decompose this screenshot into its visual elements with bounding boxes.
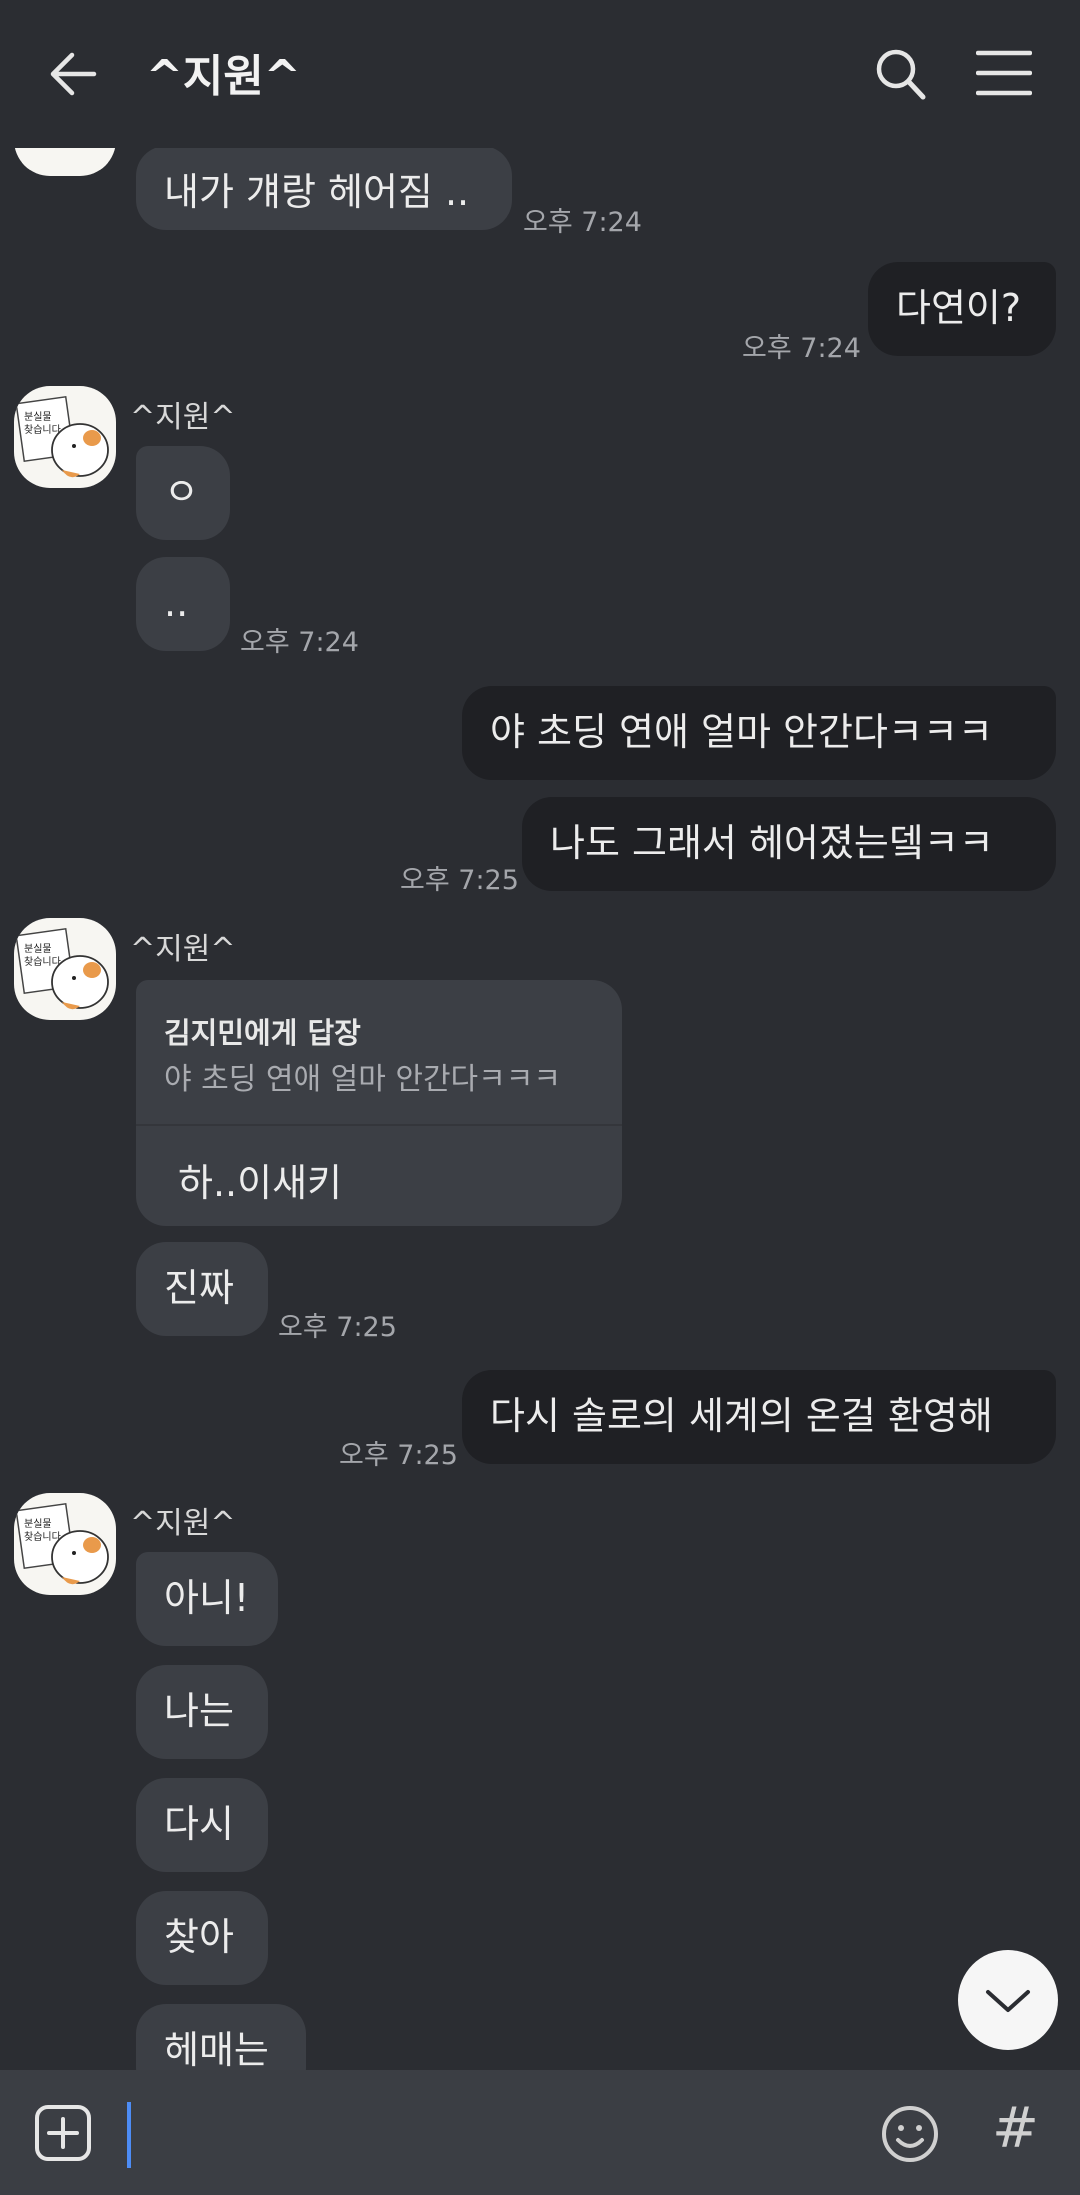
back-button[interactable] xyxy=(44,44,104,104)
hamburger-menu-icon xyxy=(976,50,1032,96)
avatar-sign-text: 분실물 xyxy=(24,411,52,423)
reply-message-bubble[interactable]: 김지민에게 답장 야 초딩 연애 얼마 안간다ㅋㅋㅋ 하..이새키 xyxy=(136,980,622,1226)
message-text: .. xyxy=(164,581,189,625)
sender-name: ^지원^ xyxy=(130,932,236,967)
chevron-down-icon xyxy=(986,1990,1030,2012)
avatar-sign-text: 분실물 xyxy=(24,943,52,955)
attach-button[interactable] xyxy=(34,2104,92,2162)
reply-header: 김지민에게 답장 xyxy=(164,1016,361,1050)
message-text: 나는 xyxy=(164,1689,234,1733)
avatar-illustration: 분실물 찾습니다 xyxy=(15,927,109,1010)
message-bubble[interactable]: 찾아 xyxy=(136,1891,268,1985)
message-bubble[interactable]: 다시 xyxy=(136,1778,268,1872)
message-bubble[interactable]: 야 초딩 연애 얼마 안간다ㅋㅋㅋ xyxy=(462,686,1056,780)
message-text: 헤매는 xyxy=(164,2028,269,2072)
avatar[interactable]: 분실물 찾습니다 xyxy=(14,1493,116,1595)
message-text: ㅇ xyxy=(164,470,199,514)
message-text: 나도 그래서 헤어졌는뎈ㅋㅋ xyxy=(550,821,994,865)
avatar-sign-text: 찾습니다 xyxy=(24,424,61,436)
message-time: 오후 7:24 xyxy=(523,207,642,238)
message-time: 오후 7:25 xyxy=(400,865,519,896)
message-time: 오후 7:24 xyxy=(742,333,861,364)
avatar-sign-text: 분실물 xyxy=(24,1518,52,1530)
message-text: 내가 걔랑 헤어짐 .. xyxy=(164,170,470,214)
message-bubble[interactable]: 아니! xyxy=(136,1552,278,1646)
plus-square-icon xyxy=(35,2105,91,2161)
message-text: 다연이? xyxy=(896,286,1022,330)
message-time: 오후 7:25 xyxy=(278,1312,397,1343)
chat-title: ^지원^ xyxy=(146,51,301,102)
sender-name: ^지원^ xyxy=(130,400,236,435)
message-text: 하..이새키 xyxy=(178,1161,342,1205)
menu-button[interactable] xyxy=(976,48,1032,98)
message-input[interactable] xyxy=(127,2102,131,2168)
message-bubble[interactable]: 다연이? xyxy=(868,262,1056,356)
message-bubble[interactable]: 나는 xyxy=(136,1665,268,1759)
arrow-left-icon xyxy=(50,52,97,96)
message-text: 진짜 xyxy=(164,1266,234,1310)
message-input-bar: # xyxy=(0,2070,1080,2195)
chat-header: ^지원^ xyxy=(0,0,1080,148)
reply-quote[interactable]: 야 초딩 연애 얼마 안간다ㅋㅋㅋ xyxy=(164,1054,561,1098)
hash-button[interactable]: # xyxy=(992,2096,1039,2161)
message-bubble[interactable]: 내가 걔랑 헤어짐 .. xyxy=(136,146,512,230)
message-time: 오후 7:25 xyxy=(339,1440,458,1471)
avatar-illustration: 분실물 찾습니다 xyxy=(15,395,109,478)
message-text: 찾아 xyxy=(164,1915,234,1959)
avatar[interactable]: 분실물 찾습니다 xyxy=(14,918,116,1020)
scroll-to-bottom-button[interactable] xyxy=(958,1950,1058,2050)
avatar-sign-text: 찾습니다 xyxy=(24,1531,61,1543)
avatar-sign-text: 찾습니다 xyxy=(24,956,61,968)
message-text: 야 초딩 연애 얼마 안간다ㅋㅋㅋ xyxy=(490,710,993,754)
message-bubble[interactable]: 진짜 xyxy=(136,1242,268,1336)
message-bubble[interactable]: .. xyxy=(136,557,230,651)
message-time: 오후 7:24 xyxy=(240,627,359,658)
search-icon xyxy=(876,49,926,100)
message-bubble[interactable]: 나도 그래서 헤어졌는뎈ㅋㅋ xyxy=(522,797,1056,891)
smiley-icon xyxy=(882,2106,938,2162)
search-button[interactable] xyxy=(872,44,928,104)
reply-divider xyxy=(136,1124,622,1126)
message-bubble[interactable]: 다시 솔로의 세계의 온걸 환영해 xyxy=(462,1370,1056,1464)
avatar[interactable]: 분실물 찾습니다 xyxy=(14,386,116,488)
message-text: 다시 xyxy=(164,1802,234,1846)
message-text: 다시 솔로의 세계의 온걸 환영해 xyxy=(490,1394,993,1438)
emoji-button[interactable] xyxy=(880,2104,940,2164)
message-bubble[interactable]: ㅇ xyxy=(136,446,230,540)
sender-name: ^지원^ xyxy=(130,1506,236,1541)
message-text: 아니! xyxy=(164,1576,250,1620)
avatar-illustration: 분실물 찾습니다 xyxy=(15,1502,109,1585)
